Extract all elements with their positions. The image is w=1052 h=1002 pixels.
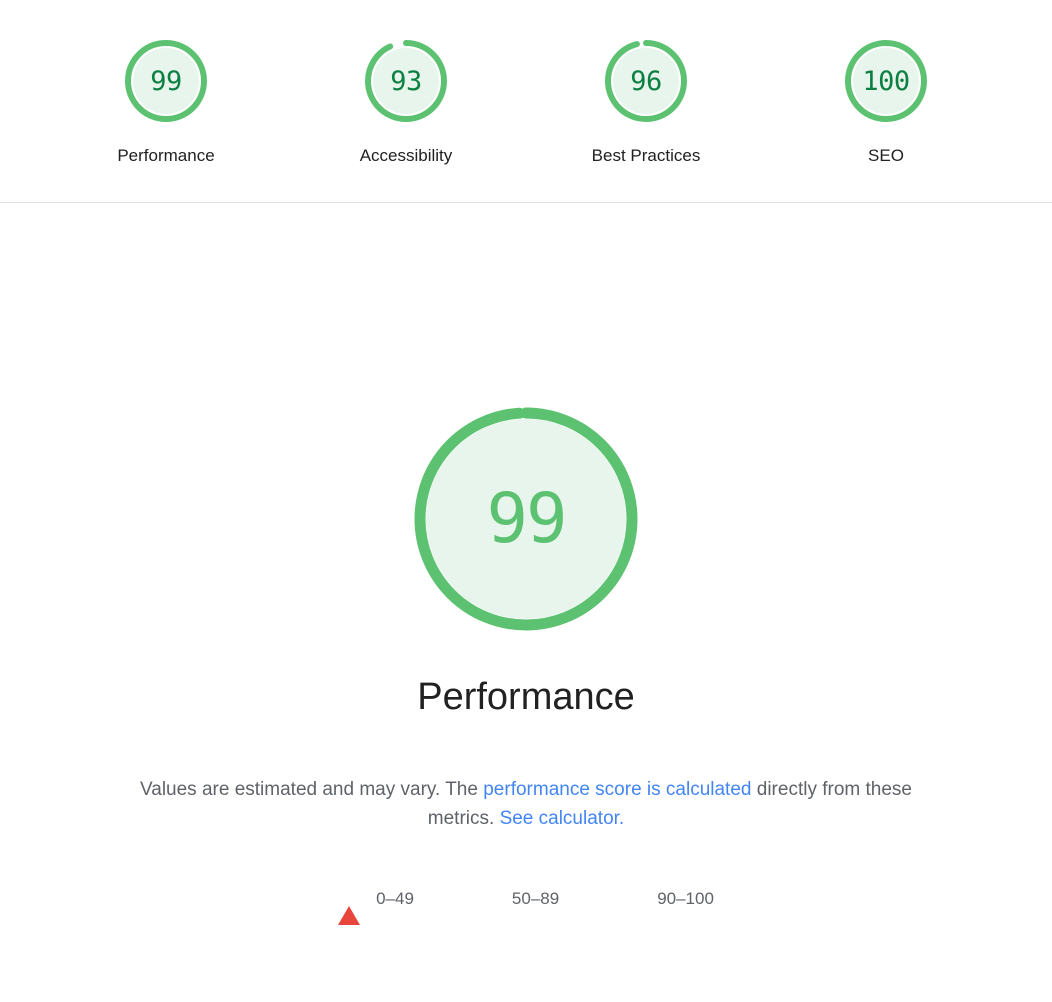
legend-range-label: 0–49 [376, 889, 414, 909]
gauge-small-seo: 100 [841, 36, 931, 126]
summary-gauge-accessibility[interactable]: 93 Accessibility [286, 36, 526, 166]
performance-category-section: 99 Performance Values are estimated and … [0, 203, 1052, 925]
gauge-score-value: 93 [390, 65, 422, 97]
gauge-small-performance: 99 [121, 36, 211, 126]
gauge-score-value: 96 [630, 65, 662, 97]
summary-gauge-best-practices[interactable]: 96 Best Practices [526, 36, 766, 166]
summary-gauge-performance[interactable]: 99 Performance [46, 36, 286, 166]
score-gauge-row: 99 Performance 93 Accessibility 96 Best … [0, 36, 1052, 166]
triangle-icon [338, 888, 361, 925]
gauge-label: Performance [117, 146, 215, 165]
legend-range-label: 90–100 [657, 889, 714, 909]
gauge-label: Best Practices [591, 146, 701, 165]
category-description: Values are estimated and may vary. The p… [131, 775, 921, 834]
legend-item-average: 50–89 [474, 889, 559, 909]
gauge-score-value: 99 [486, 478, 567, 559]
legend-range-label: 50–89 [511, 889, 560, 909]
gauge-small-best-practices: 96 [601, 36, 691, 126]
gauge-score-value: 99 [150, 65, 182, 97]
square-icon [474, 889, 494, 909]
summary-gauge-seo[interactable]: 100 SEO [766, 36, 1006, 166]
score-legend: 0–49 50–89 90–100 [338, 888, 714, 925]
performance-score-calculated-link[interactable]: performance score is calculated [483, 779, 751, 800]
gauge-label: Accessibility [359, 146, 453, 165]
gauge-small-accessibility: 93 [361, 36, 451, 126]
gauge-large-performance[interactable]: 99 [406, 399, 646, 639]
lighthouse-summary-strip: 99 Performance 93 Accessibility 96 Best … [0, 0, 1052, 204]
gauge-label: SEO [868, 146, 904, 165]
legend-item-fail: 0–49 [338, 888, 414, 925]
see-calculator-link[interactable]: See calculator. [500, 808, 625, 829]
page-title: Performance [417, 676, 635, 719]
circle-icon [619, 889, 639, 909]
description-lead: Values are estimated and may vary. The [140, 778, 484, 800]
legend-item-pass: 90–100 [619, 889, 714, 909]
gauge-score-value: 100 [862, 65, 910, 97]
